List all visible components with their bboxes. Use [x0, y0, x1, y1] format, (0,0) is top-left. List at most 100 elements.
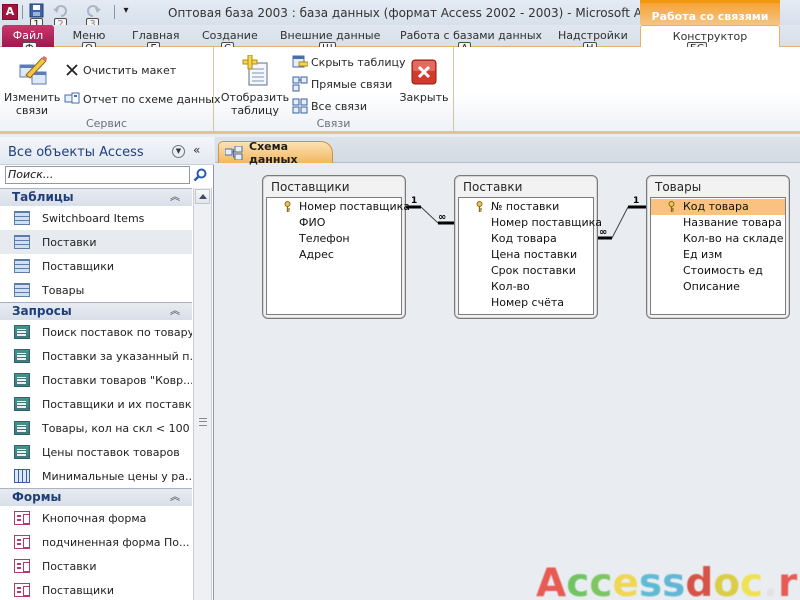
field-name: Адрес [299, 248, 334, 261]
field-row[interactable]: Описание [651, 279, 785, 295]
collapse-chevron-icon[interactable]: ︽ [170, 189, 180, 206]
nav-item-form[interactable]: Поставщики [0, 578, 192, 600]
relationship-many-label: ∞ [438, 212, 446, 223]
field-row[interactable]: Телефон [267, 231, 401, 247]
field-list-title[interactable]: Товары [655, 180, 701, 194]
search-icon[interactable] [193, 168, 207, 182]
nav-pane-header[interactable]: Все объекты Access ▼ « [0, 137, 214, 165]
nav-item-query[interactable]: Поставщики и их поставки [0, 392, 192, 416]
nav-item-table[interactable]: Switchboard Items [0, 206, 192, 230]
watermark-letter: c [740, 561, 764, 600]
nav-item-table[interactable]: Поставщики [0, 254, 192, 278]
crosstab-query-icon [14, 469, 30, 483]
nav-item-form[interactable]: Поставки [0, 554, 192, 578]
category-tables[interactable]: Таблицы ︽ [0, 188, 192, 206]
nav-item-query[interactable]: Поставки за указанный п... [0, 344, 192, 368]
field-name: Срок поставки [491, 264, 576, 277]
clear-layout-label: Очистить макет [83, 63, 177, 77]
save-icon[interactable] [28, 3, 46, 19]
field-name: Номер поставщика [299, 200, 411, 213]
field-row[interactable]: Кол-во на складе [651, 231, 785, 247]
collapse-chevron-icon[interactable]: ︽ [170, 303, 180, 320]
direct-relationships-button[interactable]: Прямые связи [292, 75, 392, 93]
nav-item-label: Кнопочная форма [42, 511, 147, 525]
category-forms[interactable]: Формы ︽ [0, 488, 192, 506]
document-tab-strip: Схема данных [215, 137, 800, 166]
field-row-selected[interactable]: Код товара [651, 199, 785, 215]
collapse-chevron-icon[interactable]: ︽ [170, 489, 180, 506]
field-list-suppliers[interactable]: Поставщики Номер поставщика ФИО Телефон … [262, 175, 410, 319]
relationship-report-button[interactable]: Отчет по схеме данных [64, 90, 220, 108]
nav-dropdown-icon[interactable]: ▼ [172, 145, 185, 158]
nav-item-label: Поставки [42, 559, 97, 573]
nav-item-form[interactable]: Кнопочная форма [0, 506, 192, 530]
field-row[interactable]: Код товара [459, 231, 593, 247]
show-table-label-2: таблицу [230, 104, 280, 117]
hide-table-button[interactable]: Скрыть таблицу [292, 53, 406, 71]
watermark-letter: d [685, 561, 714, 600]
relationship-line[interactable]: 1 ∞ [405, 196, 454, 225]
context-tab-group-header: Работа со связями [640, 0, 780, 25]
close-button[interactable]: Закрыть [398, 59, 450, 104]
field-list-title[interactable]: Поставки [463, 180, 522, 194]
nav-item-label: Поставщики [42, 259, 114, 273]
undo-icon[interactable] [52, 3, 70, 19]
tab-database-tools-label: Работа с базами данных [400, 29, 543, 42]
field-row[interactable]: Адрес [267, 247, 401, 263]
show-table-button[interactable]: Отобразить таблицу [220, 54, 290, 117]
nav-pane-title[interactable]: Все объекты Access [8, 145, 144, 160]
field-row[interactable]: Номер счёта [459, 295, 593, 311]
group-tools-label: Сервис [85, 117, 128, 130]
tab-addins-label: Надстройки [558, 29, 628, 42]
field-row[interactable]: Цена поставки [459, 247, 593, 263]
close-red-x-icon [411, 59, 437, 85]
nav-item-query[interactable]: Поставки товаров "Ковр... [0, 368, 192, 392]
field-name: Цена поставки [491, 248, 578, 261]
nav-item-label: Поиск поставок по товару [42, 325, 192, 339]
table-icon [14, 211, 30, 225]
nav-item-label: Минимальные цены у ра... [42, 469, 192, 483]
tab-relationships-label: Схема данных [249, 139, 298, 166]
field-row[interactable]: Кол-во [459, 279, 593, 295]
nav-item-label: Поставщики [42, 583, 114, 597]
nav-item-form[interactable]: подчиненная форма По... [0, 530, 192, 554]
tab-design[interactable]: Конструктор [640, 25, 780, 48]
field-name: Телефон [299, 232, 350, 245]
field-row[interactable]: Номер поставщика [459, 215, 602, 231]
field-list-title[interactable]: Поставщики [271, 180, 350, 194]
nav-item-query[interactable]: Товары, кол на скл < 100 [0, 416, 192, 440]
field-list-products[interactable]: Товары Код товара Название товара Кол-во… [646, 175, 790, 319]
shutter-bar-collapse-icon[interactable]: « [193, 143, 200, 157]
scroll-up-arrow-icon[interactable] [195, 189, 210, 204]
nav-item-table[interactable]: Поставки [0, 230, 192, 254]
clear-layout-button[interactable]: Очистить макет [64, 61, 176, 79]
field-row[interactable]: Название товара [651, 215, 785, 231]
direct-relationships-icon [292, 76, 308, 92]
nav-item-query[interactable]: Цены поставок товаров [0, 440, 192, 464]
edit-relationships-button[interactable]: Изменить связи [4, 55, 60, 117]
field-row[interactable]: Стоимость ед [651, 263, 785, 279]
nav-search-input[interactable]: Поиск... [5, 166, 190, 184]
field-row[interactable]: Срок поставки [459, 263, 593, 279]
field-list-deliveries[interactable]: Поставки № поставки Номер поставщика Код… [454, 175, 602, 319]
scroll-thumb-grip-icon[interactable] [199, 418, 207, 426]
nav-item-crosstab-query[interactable]: Минимальные цены у ра... [0, 464, 192, 488]
customize-qat-icon[interactable]: ▾ [117, 3, 135, 19]
relationship-line[interactable]: ∞ 1 [597, 196, 646, 240]
field-row[interactable]: № поставки [459, 199, 593, 215]
field-row[interactable]: Номер поставщика [267, 199, 410, 215]
field-row[interactable]: Ед изм [651, 247, 785, 263]
tab-relationships[interactable]: Схема данных [218, 139, 333, 166]
nav-item-table[interactable]: Товары [0, 278, 192, 302]
field-row[interactable]: ФИО [267, 215, 401, 231]
redo-icon[interactable] [84, 3, 102, 19]
nav-item-query[interactable]: Поиск поставок по товару [0, 320, 192, 344]
primary-key-icon [284, 201, 291, 212]
category-queries[interactable]: Запросы ︽ [0, 302, 192, 320]
access-icon[interactable]: A [2, 4, 18, 20]
all-relationships-button[interactable]: Все связи [292, 97, 367, 115]
query-icon [14, 373, 30, 387]
tab-file-label: Файл [12, 29, 44, 42]
nav-scrollbar[interactable] [193, 188, 212, 600]
tab-create-label: Создание [202, 29, 258, 42]
